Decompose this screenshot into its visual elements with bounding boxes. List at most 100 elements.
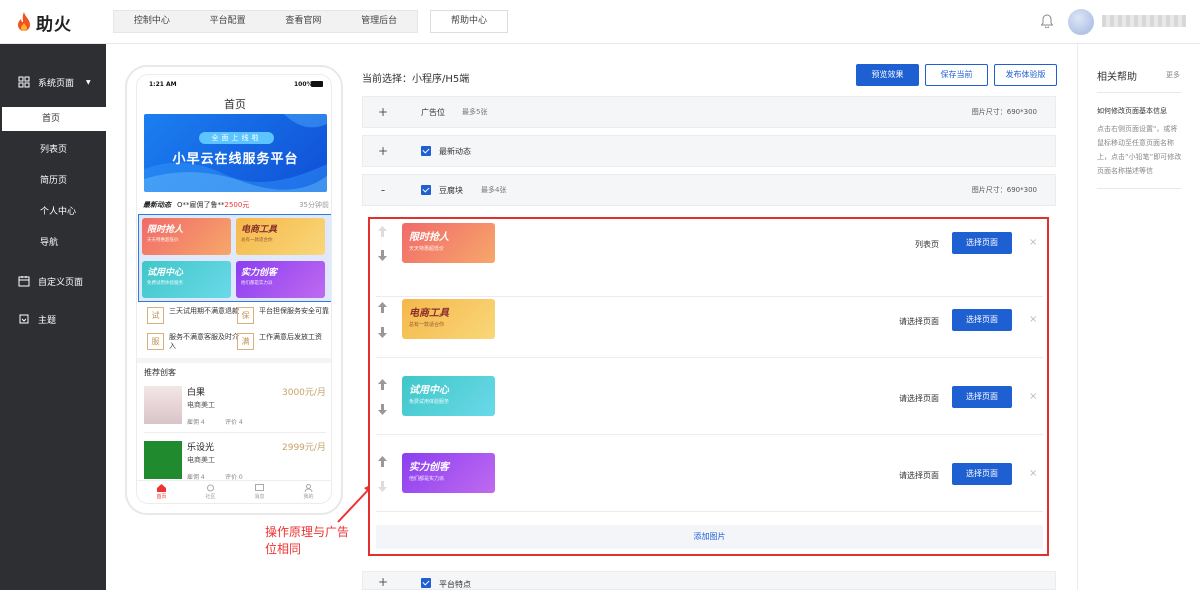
feature-icon-service: 服: [147, 333, 164, 350]
move-up-icon[interactable]: [378, 226, 387, 237]
move-up-icon[interactable]: [378, 302, 387, 313]
user-avatar[interactable]: [1068, 9, 1094, 35]
sidebar-subitem-list[interactable]: 列表页: [0, 138, 106, 162]
tofu-image-thumb[interactable]: 试用中心 免费试用体验服务: [402, 376, 495, 416]
grid-cell-title: 实力创客: [241, 268, 278, 278]
section-ad[interactable]: + 广告位 最多5张 图片尺寸：690*300: [362, 96, 1056, 128]
move-down-icon[interactable]: [378, 327, 387, 338]
topnav-item-website[interactable]: 查看官网: [266, 11, 342, 32]
select-page-button[interactable]: 选择页面: [952, 463, 1012, 485]
bell-icon[interactable]: [1041, 14, 1053, 28]
maker-price: 3000元/月: [282, 388, 326, 398]
phone-page-title: 首页: [224, 98, 246, 111]
sidebar-item-system-pages[interactable]: 系统页面 ▼: [0, 64, 106, 100]
tab-community[interactable]: 社区: [186, 481, 235, 503]
grid-cell-makers[interactable]: 实力创客 他们都是实力派: [236, 261, 325, 298]
expand-toggle[interactable]: +: [377, 105, 389, 119]
feature-text: 平台担保服务安全可靠: [259, 307, 329, 315]
grid-cell-title: 试用中心: [147, 268, 184, 278]
news-time: 35分钟前: [299, 201, 329, 209]
tofu-image-thumb[interactable]: 限时抢人 天天特惠超低价: [402, 223, 495, 263]
user-name-blurred[interactable]: [1102, 15, 1186, 27]
sidebar-item-custom-pages[interactable]: 自定义页面: [0, 263, 106, 299]
help-center-button[interactable]: 帮助中心: [430, 10, 508, 33]
tab-mine[interactable]: 我的: [284, 481, 331, 503]
section-features[interactable]: + 平台特点: [362, 571, 1056, 590]
select-page-button[interactable]: 选择页面: [952, 232, 1012, 254]
expand-toggle[interactable]: +: [377, 144, 389, 158]
selected-page-text: 请选择页面: [899, 471, 939, 480]
calendar-icon: [18, 276, 30, 287]
thumb-sub: 他们都是实力派: [409, 476, 445, 482]
close-icon[interactable]: ×: [1029, 391, 1037, 402]
topnav-item-platform[interactable]: 平台配置: [190, 11, 266, 32]
close-icon[interactable]: ×: [1029, 237, 1037, 248]
news-price: 2500元: [224, 201, 250, 209]
close-icon[interactable]: ×: [1029, 314, 1037, 325]
banner-title: 小早云在线服务平台: [172, 152, 299, 167]
grid-cell-title: 限时抢人: [147, 225, 184, 235]
section-checkbox[interactable]: [421, 578, 431, 588]
tofu-image-thumb[interactable]: 实力创客 他们都是实力派: [402, 453, 495, 493]
tofu-image-thumb[interactable]: 电商工具 总有一款适合你: [402, 299, 495, 339]
brand-logo[interactable]: 助火: [16, 10, 72, 35]
publish-button[interactable]: 发布体验版: [994, 64, 1057, 86]
select-page-button[interactable]: 选择页面: [952, 309, 1012, 331]
sidebar-subitem-resume[interactable]: 简历页: [0, 169, 106, 193]
move-down-icon[interactable]: [378, 404, 387, 415]
topnav-item-control[interactable]: 控制中心: [114, 11, 190, 32]
tab-home[interactable]: 首页: [137, 481, 186, 503]
maker-photo[interactable]: [144, 441, 182, 479]
sidebar-subitem-nav[interactable]: 导航: [0, 231, 106, 255]
news-ticker[interactable]: 最新动态 O**雇佣了鲁** 2500元 35分钟前: [143, 199, 329, 211]
sidebar-subitem-home[interactable]: 首页: [2, 107, 106, 131]
section-label: 豆腐块: [439, 186, 463, 195]
grid-cell-sub: 总有一款适合你: [241, 238, 273, 243]
divider: [1097, 188, 1181, 189]
section-label: 平台特点: [439, 580, 471, 589]
banner-pill: 全面上线啦: [199, 132, 274, 144]
banner[interactable]: 全面上线啦 小早云在线服务平台: [144, 114, 327, 192]
sidebar-item-label: 自定义页面: [38, 277, 84, 288]
section-label: 最新动态: [439, 147, 471, 156]
tab-messages[interactable]: 消息: [235, 481, 284, 503]
grid-cell-tools[interactable]: 电商工具 总有一款适合你: [236, 218, 325, 255]
thumb-title: 实力创客: [409, 462, 449, 473]
move-down-icon[interactable]: [378, 250, 387, 261]
help-description: 点击右侧页面设置"，或将鼠标移动至任意页面名称上，点击“小铅笔”即可修改页面名称…: [1097, 125, 1182, 175]
top-nav: 控制中心 平台配置 查看官网 管理后台: [113, 10, 418, 33]
topnav-item-admin[interactable]: 管理后台: [341, 11, 417, 32]
save-button[interactable]: 保存当前: [925, 64, 988, 86]
select-page-button[interactable]: 选择页面: [952, 386, 1012, 408]
section-size: 图片尺寸：690*300: [971, 108, 1037, 116]
help-more-link[interactable]: 更多: [1166, 70, 1180, 80]
section-tofu[interactable]: - 豆腐块 最多4张 图片尺寸：690*300: [362, 174, 1056, 206]
expand-toggle[interactable]: +: [377, 575, 389, 589]
thumb-sub: 总有一款适合你: [409, 322, 445, 328]
phone-screen: 1:21 AM 100% 首页 全面上线啦 小早云在线服务平台 最新动态 O**…: [136, 74, 332, 504]
section-checkbox[interactable]: [421, 146, 431, 156]
thumb-title: 限时抢人: [409, 232, 449, 243]
sidebar-item-theme[interactable]: 主题: [0, 301, 106, 337]
theme-icon: [19, 314, 29, 324]
move-down-icon[interactable]: [378, 481, 387, 492]
tofu-grid-selected[interactable]: 限时抢人 天天特惠超低价 电商工具 总有一款适合你 试用中心 免费试用体验服务 …: [138, 214, 331, 302]
maker-photo[interactable]: [144, 386, 182, 424]
preview-button[interactable]: 预览效果: [856, 64, 919, 86]
selected-page-text: 请选择页面: [899, 394, 939, 403]
move-up-icon[interactable]: [378, 379, 387, 390]
recommend-title: 推荐创客: [144, 368, 176, 377]
thumb-title: 试用中心: [409, 385, 449, 396]
collapse-toggle[interactable]: -: [377, 183, 389, 197]
section-news[interactable]: + 最新动态: [362, 135, 1056, 167]
grid-cell-flash[interactable]: 限时抢人 天天特惠超低价: [142, 218, 231, 255]
grid-cell-trial[interactable]: 试用中心 免费试用体验服务: [142, 261, 231, 298]
thumb-sub: 免费试用体验服务: [409, 399, 450, 405]
help-subtitle[interactable]: 如何修改页面基本信息: [1097, 106, 1167, 116]
move-up-icon[interactable]: [378, 456, 387, 467]
close-icon[interactable]: ×: [1029, 468, 1037, 479]
section-size: 图片尺寸：690*300: [971, 186, 1037, 194]
sidebar-subitem-profile[interactable]: 个人中心: [0, 200, 106, 224]
section-checkbox[interactable]: [421, 185, 431, 195]
add-image-button[interactable]: 添加图片: [376, 525, 1043, 549]
